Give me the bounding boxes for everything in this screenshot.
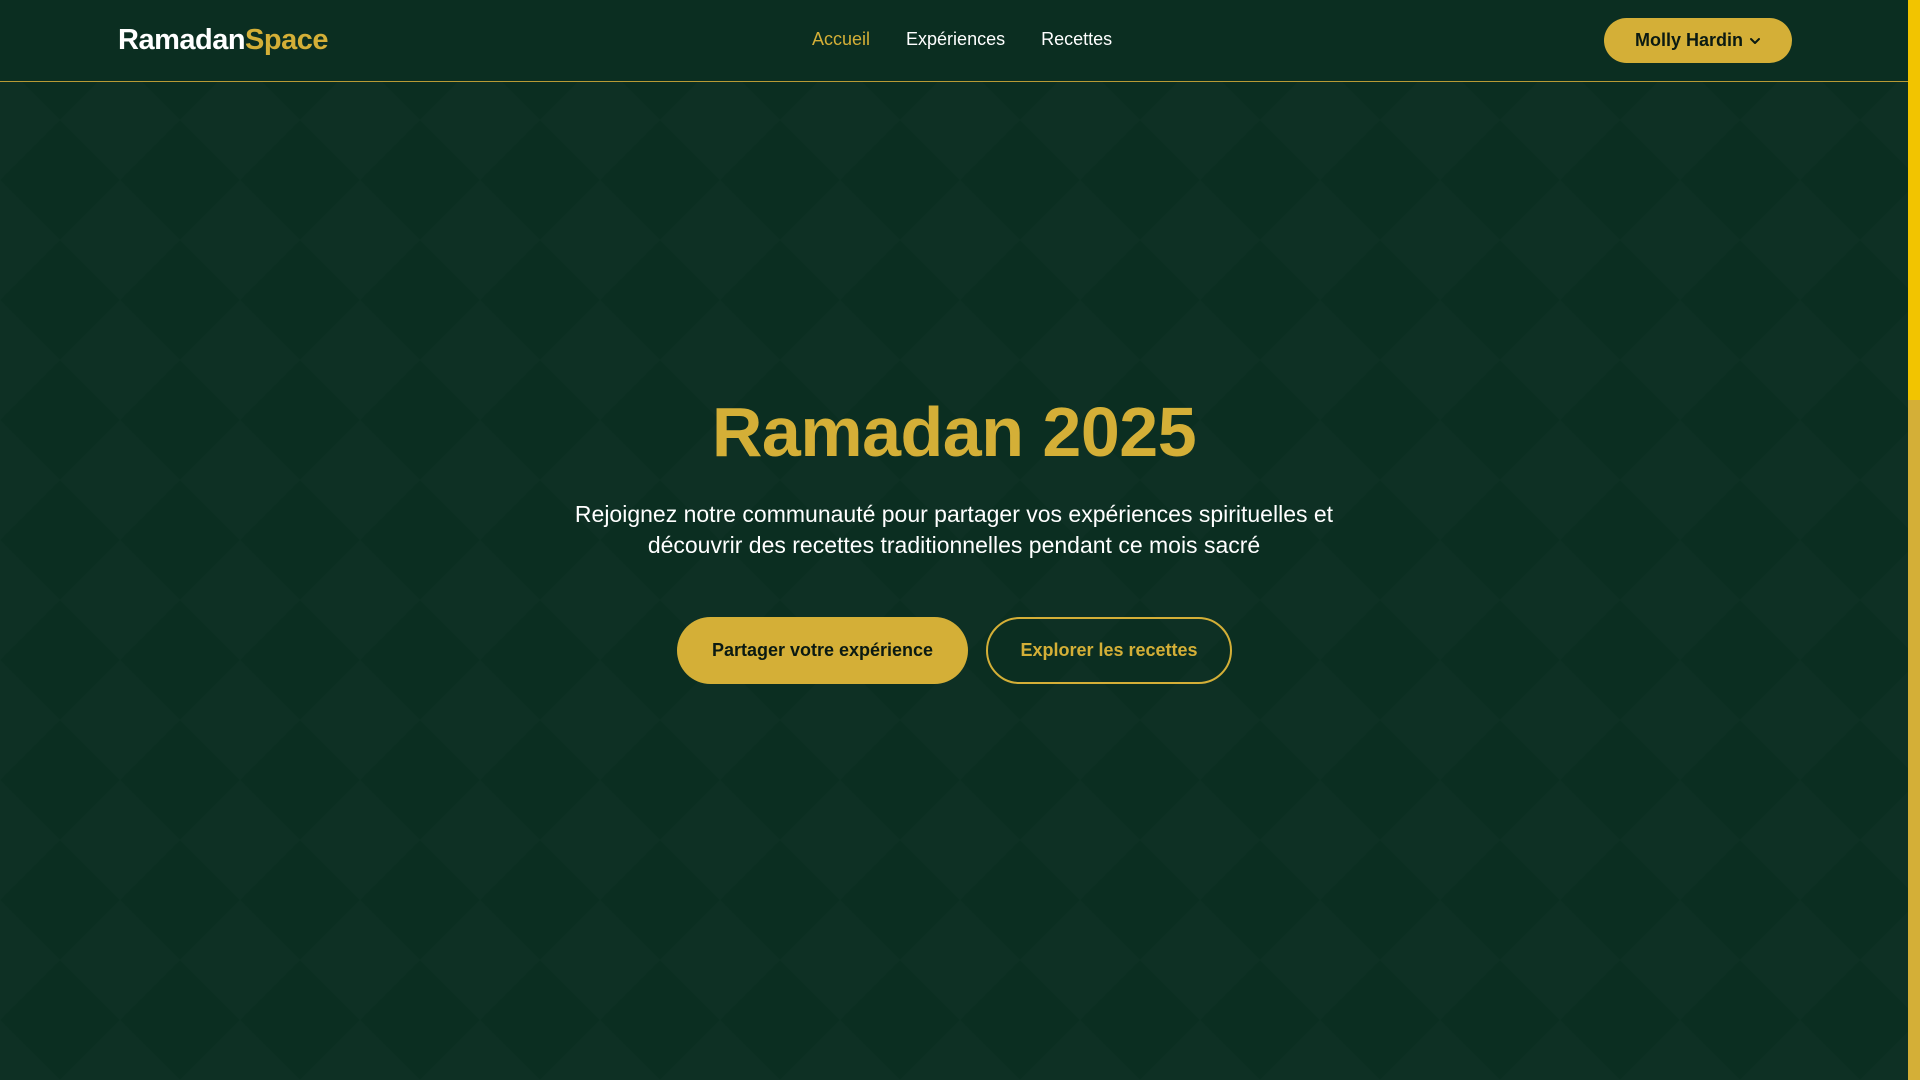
logo[interactable]: RamadanSpace [118,24,328,57]
hero-title: Ramadan 2025 [711,393,1197,471]
hero-subtitle-line1: Rejoignez notre communauté pour partager… [574,501,1334,527]
logo-text-main: Ramadan [118,24,246,56]
logo-text-accent: Space [245,24,328,56]
chevron-down-icon [1750,37,1760,44]
explore-recipes-button[interactable]: Explorer les recettes [986,617,1232,684]
user-menu-button[interactable]: Molly Hardin [1604,18,1792,63]
user-name: Molly Hardin [1634,30,1743,50]
share-experience-button[interactable]: Partager votre expérience [677,617,968,684]
hero-subtitle-line2: découvrir des recettes traditionnelles p… [647,532,1261,558]
page: RamadanSpace Accueil Expériences Recette… [0,0,1920,1080]
nav-item-accueil[interactable]: Accueil [812,29,870,50]
scrollbar-thumb[interactable] [1908,0,1920,400]
scrollbar-track[interactable] [1908,0,1920,1080]
navbar: RamadanSpace Accueil Expériences Recette… [0,0,1908,82]
nav-item-recettes[interactable]: Recettes [1041,29,1112,50]
nav-links: Accueil Expériences Recettes [812,29,1112,50]
nav-item-experiences[interactable]: Expériences [906,29,1005,50]
hero-subtitle: Rejoignez notre communauté pour partager… [554,499,1354,561]
